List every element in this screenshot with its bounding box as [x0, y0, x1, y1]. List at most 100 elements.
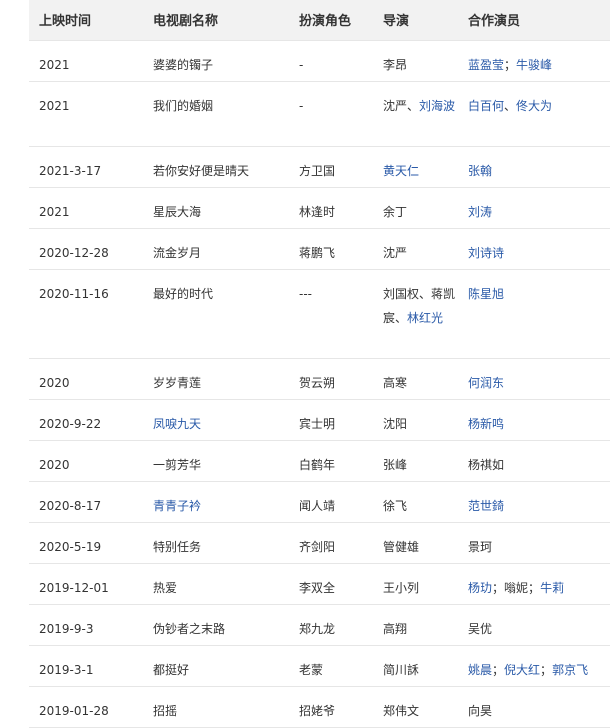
series-title: 伪钞者之末路: [143, 604, 289, 646]
table-row: 2020-9-22 凤唳九天 宾士明 沈阳 杨新鸣: [29, 399, 610, 441]
release-date: 2021: [29, 81, 143, 147]
series-title-link[interactable]: 凤唳九天: [143, 399, 289, 441]
header-costars: 合作演员: [458, 0, 610, 41]
costars: 白百何、佟大为: [458, 81, 610, 147]
director-name: 刘国权: [383, 286, 420, 301]
header-release-date: 上映时间: [29, 0, 143, 41]
costar-link[interactable]: 倪大红: [504, 663, 540, 677]
director-link[interactable]: 黄天仁: [373, 146, 458, 188]
role: 老蒙: [289, 645, 373, 687]
costar-link[interactable]: 牛骏峰: [516, 58, 552, 72]
filmography-panel: 上映时间 电视剧名称 扮演角色 导演 合作演员 2021 婆婆的镯子 - 李昂 …: [29, 0, 610, 728]
release-date: 2020: [29, 440, 143, 482]
table-row: 2020 一剪芳华 白鹤年 张峰 杨祺如: [29, 440, 610, 482]
series-title: 婆婆的镯子: [143, 40, 289, 82]
series-title: 都挺好: [143, 645, 289, 687]
role: ---: [289, 269, 373, 359]
costar-link[interactable]: 白百何: [468, 99, 504, 113]
costar-link[interactable]: 姚晨: [468, 663, 492, 677]
table-row: 2020-12-28 流金岁月 蒋鹏飞 沈严 刘诗诗: [29, 228, 610, 270]
role: 郑九龙: [289, 604, 373, 646]
director: 沈严、刘海波: [373, 81, 458, 147]
series-title: 岁岁青莲: [143, 358, 289, 400]
table-row: 2020-8-17 青青子衿 闻人靖 徐飞 范世錡: [29, 481, 610, 523]
table-row: 2021 我们的婚姻 - 沈严、刘海波 白百何、佟大为: [29, 81, 610, 147]
costar-link[interactable]: 杨玏: [468, 581, 492, 595]
director: 余丁: [373, 187, 458, 229]
director: 高寒: [373, 358, 458, 400]
release-date: 2019-9-3: [29, 604, 143, 646]
name-separator: 、: [419, 286, 432, 301]
director: 高翔: [373, 604, 458, 646]
table-row: 2020 岁岁青莲 贺云朔 高寒 何润东: [29, 358, 610, 400]
costar-link[interactable]: 陈星旭: [458, 269, 610, 359]
name-separator: ；: [504, 57, 517, 72]
role: 宾士明: [289, 399, 373, 441]
header-role: 扮演角色: [289, 0, 373, 41]
director: 张峰: [373, 440, 458, 482]
release-date: 2020: [29, 358, 143, 400]
costar-link[interactable]: 佟大为: [516, 99, 552, 113]
role: -: [289, 40, 373, 82]
costars: 吴优: [458, 604, 610, 646]
name-separator: 、: [504, 98, 517, 113]
costar-link[interactable]: 郭京飞: [552, 663, 588, 677]
release-date: 2020-5-19: [29, 522, 143, 564]
costar-link[interactable]: 刘涛: [458, 187, 610, 229]
costar-link[interactable]: 何润东: [458, 358, 610, 400]
name-separator: ；: [540, 662, 553, 677]
release-date: 2019-3-1: [29, 645, 143, 687]
director: 李昂: [373, 40, 458, 82]
director-link[interactable]: 刘海波: [419, 99, 455, 113]
costars: 蓝盈莹；牛骏峰: [458, 40, 610, 82]
director: 简川訸: [373, 645, 458, 687]
name-separator: ；: [528, 580, 541, 595]
costars: 杨祺如: [458, 440, 610, 482]
costars: 姚晨；倪大红；郭京飞: [458, 645, 610, 687]
header-director: 导演: [373, 0, 458, 41]
table-row: 2021-3-17 若你安好便是晴天 方卫国 黄天仁 张翰: [29, 146, 610, 188]
costars: 景珂: [458, 522, 610, 564]
series-title: 星辰大海: [143, 187, 289, 229]
table-row: 2019-9-3 伪钞者之末路 郑九龙 高翔 吴优: [29, 604, 610, 646]
role: 闻人靖: [289, 481, 373, 523]
series-title: 一剪芳华: [143, 440, 289, 482]
costar-link[interactable]: 蓝盈莹: [468, 58, 504, 72]
release-date: 2020-11-16: [29, 269, 143, 359]
role: 白鹤年: [289, 440, 373, 482]
series-title-link[interactable]: 青青子衿: [143, 481, 289, 523]
release-date: 2020-8-17: [29, 481, 143, 523]
release-date: 2020-12-28: [29, 228, 143, 270]
costar-link[interactable]: 范世錡: [458, 481, 610, 523]
costar-link[interactable]: 刘诗诗: [458, 228, 610, 270]
role: 林逢时: [289, 187, 373, 229]
costar-link[interactable]: 张翰: [458, 146, 610, 188]
release-date: 2021: [29, 40, 143, 82]
director-name: 沈严: [383, 98, 408, 113]
table-row: 2020-5-19 特别任务 齐剑阳 管健雄 景珂: [29, 522, 610, 564]
table-row: 2020-11-16 最好的时代 --- 刘国权、蒋凯宸、林红光 陈星旭: [29, 269, 610, 359]
director: 沈阳: [373, 399, 458, 441]
director: 管健雄: [373, 522, 458, 564]
name-separator: 、: [407, 98, 420, 113]
series-title: 最好的时代: [143, 269, 289, 359]
tv-series-table: 上映时间 电视剧名称 扮演角色 导演 合作演员 2021 婆婆的镯子 - 李昂 …: [29, 0, 610, 728]
role: 李双全: [289, 563, 373, 605]
role: 贺云朔: [289, 358, 373, 400]
release-date: 2021-3-17: [29, 146, 143, 188]
costar-link[interactable]: 牛莉: [540, 581, 564, 595]
costar-link[interactable]: 杨新鸣: [458, 399, 610, 441]
series-title: 我们的婚姻: [143, 81, 289, 147]
director-link[interactable]: 林红光: [407, 311, 443, 325]
series-title: 若你安好便是晴天: [143, 146, 289, 188]
table-row: 2021 星辰大海 林逢时 余丁 刘涛: [29, 187, 610, 229]
director: 沈严: [373, 228, 458, 270]
role: 齐剑阳: [289, 522, 373, 564]
header-series-title: 电视剧名称: [143, 0, 289, 41]
name-separator: ；: [492, 580, 505, 595]
director: 徐飞: [373, 481, 458, 523]
release-date: 2021: [29, 187, 143, 229]
role: 方卫国: [289, 146, 373, 188]
series-title: 特别任务: [143, 522, 289, 564]
name-separator: 、: [395, 310, 408, 325]
